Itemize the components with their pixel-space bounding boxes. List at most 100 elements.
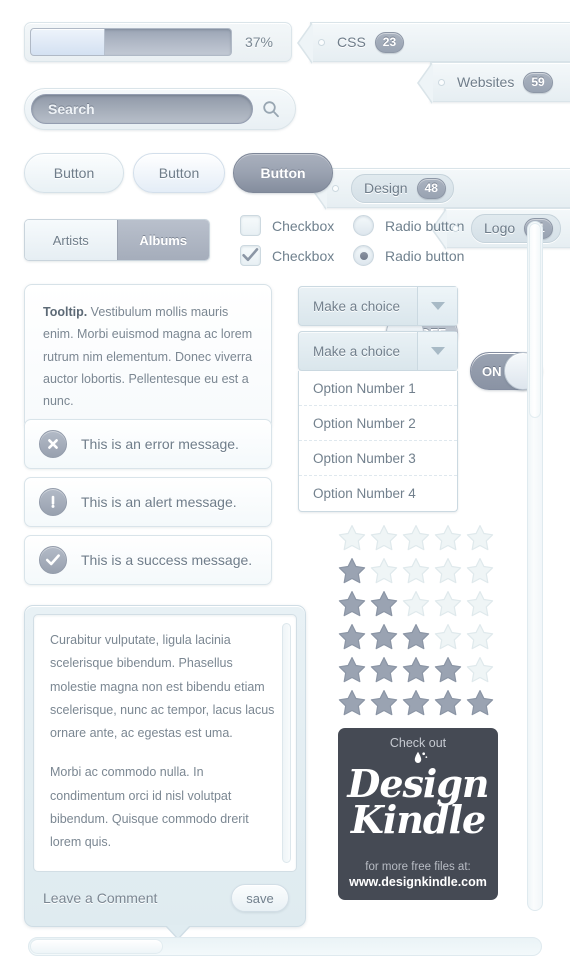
- star-rating-row[interactable]: [338, 689, 494, 716]
- star-icon[interactable]: [402, 524, 430, 551]
- button-blue[interactable]: Button: [133, 153, 225, 193]
- comment-textarea[interactable]: Curabitur vulputate, ligula lacinia scel…: [33, 614, 297, 872]
- star-rating-row[interactable]: [338, 524, 494, 551]
- star-icon[interactable]: [370, 590, 398, 617]
- message-text: This is an alert message.: [81, 494, 237, 510]
- message-error: This is an error message.: [24, 419, 272, 469]
- checkbox-checked-row[interactable]: Checkbox: [240, 245, 334, 266]
- tag-websites[interactable]: Websites 59: [417, 62, 570, 104]
- dropdown-option[interactable]: Option Number 2: [299, 406, 457, 441]
- tag-hole-icon: [318, 39, 325, 46]
- radio-selected-icon[interactable]: [353, 245, 374, 266]
- segmented-control[interactable]: Artists Albums: [24, 219, 210, 261]
- star-icon[interactable]: [434, 590, 462, 617]
- promo-logo-line2: Kindle: [350, 797, 486, 843]
- star-icon[interactable]: [370, 524, 398, 551]
- comment-footer: Leave a Comment save: [33, 872, 297, 918]
- promo-banner[interactable]: Check out Design Kindle for more free fi…: [338, 728, 498, 900]
- star-icon[interactable]: [370, 623, 398, 650]
- dropdown-open[interactable]: Make a choice Option Number 1 Option Num…: [298, 331, 458, 512]
- star-icon[interactable]: [402, 590, 430, 617]
- tag-hole-icon: [452, 225, 459, 232]
- comment-paragraph: Pellentesque eu est a nulla placerat dig…: [50, 870, 282, 871]
- star-icon[interactable]: [434, 656, 462, 683]
- x-circle-icon: [39, 430, 67, 458]
- star-icon[interactable]: [402, 689, 430, 716]
- comment-paragraph: Curabitur vulputate, ligula lacinia scel…: [50, 633, 275, 740]
- star-icon[interactable]: [338, 689, 366, 716]
- dropdown-option[interactable]: Option Number 3: [299, 441, 457, 476]
- star-icon[interactable]: [434, 689, 462, 716]
- search-input[interactable]: Search: [31, 94, 253, 124]
- star-icon[interactable]: [434, 557, 462, 584]
- star-icon[interactable]: [370, 656, 398, 683]
- message-alert: This is an alert message.: [24, 477, 272, 527]
- star-icon[interactable]: [338, 557, 366, 584]
- checkbox-checked-icon[interactable]: [240, 245, 261, 266]
- star-icon[interactable]: [338, 590, 366, 617]
- horizontal-scrollbar-thumb[interactable]: [30, 939, 163, 954]
- star-icon[interactable]: [338, 524, 366, 551]
- checkbox-unchecked-icon[interactable]: [240, 215, 261, 236]
- star-icon[interactable]: [466, 623, 494, 650]
- dropdown-selected-label: Make a choice: [313, 343, 401, 359]
- star-icon[interactable]: [466, 656, 494, 683]
- star-icon[interactable]: [466, 590, 494, 617]
- star-icon[interactable]: [466, 689, 494, 716]
- save-button[interactable]: save: [231, 884, 289, 912]
- star-icon[interactable]: [434, 524, 462, 551]
- checkbox-unchecked-row[interactable]: Checkbox: [240, 215, 334, 236]
- star-icon[interactable]: [434, 623, 462, 650]
- star-icon[interactable]: [338, 623, 366, 650]
- segment-artists[interactable]: Artists: [25, 220, 117, 260]
- tag-css[interactable]: CSS 23: [297, 22, 570, 64]
- comment-box: Curabitur vulputate, ligula lacinia scel…: [24, 605, 306, 940]
- star-icon[interactable]: [402, 656, 430, 683]
- radio-unselected-icon[interactable]: [353, 215, 374, 236]
- search-button[interactable]: [253, 94, 289, 124]
- star-icon[interactable]: [466, 557, 494, 584]
- star-rating-group[interactable]: [338, 524, 494, 722]
- search-bar[interactable]: Search: [24, 88, 296, 130]
- horizontal-scrollbar[interactable]: [28, 937, 542, 956]
- star-icon[interactable]: [370, 557, 398, 584]
- star-rating-row[interactable]: [338, 623, 494, 650]
- tooltip: Tooltip. Vestibulum mollis mauris enim. …: [24, 284, 272, 442]
- dropdown-open-header[interactable]: Make a choice: [298, 331, 458, 371]
- dropdown-selected-label: Make a choice: [313, 298, 401, 314]
- radio-unselected-row[interactable]: Radio button: [353, 215, 464, 236]
- comment-scrollbar[interactable]: [282, 623, 291, 863]
- check-circle-icon: [39, 546, 67, 574]
- star-icon[interactable]: [466, 524, 494, 551]
- search-input-value: Search: [48, 101, 95, 117]
- star-rating-row[interactable]: [338, 557, 494, 584]
- star-icon[interactable]: [402, 557, 430, 584]
- segment-albums[interactable]: Albums: [116, 220, 209, 260]
- radio-dot: [359, 251, 368, 260]
- star-icon[interactable]: [402, 623, 430, 650]
- star-rating-row[interactable]: [338, 590, 494, 617]
- dropdown-option[interactable]: Option Number 1: [299, 371, 457, 406]
- tag-label: CSS: [337, 34, 366, 50]
- vertical-scrollbar[interactable]: [527, 221, 543, 911]
- tag-label: Design: [364, 180, 408, 196]
- dropdown-option[interactable]: Option Number 4: [299, 476, 457, 511]
- chevron-down-icon[interactable]: [417, 332, 457, 370]
- button-dark[interactable]: Button: [233, 153, 333, 193]
- button-light[interactable]: Button: [24, 153, 124, 193]
- search-icon: [263, 101, 279, 118]
- checkbox-label: Checkbox: [272, 217, 335, 234]
- star-rating-row[interactable]: [338, 656, 494, 683]
- dropdown-option-list: Option Number 1 Option Number 2 Option N…: [298, 371, 458, 512]
- radio-selected-row[interactable]: Radio button: [353, 245, 464, 266]
- tag-design[interactable]: Design 48: [311, 168, 570, 210]
- star-icon[interactable]: [370, 689, 398, 716]
- chevron-down-icon[interactable]: [417, 287, 457, 325]
- promo-footer: for more free files at: www.designkindle…: [349, 861, 487, 900]
- tooltip-body: Vestibulum mollis mauris enim. Morbi eui…: [43, 305, 253, 408]
- tag-hole-icon: [438, 79, 445, 86]
- progress-bar: 37%: [24, 22, 292, 62]
- vertical-scrollbar-thumb[interactable]: [529, 223, 541, 418]
- dropdown-closed[interactable]: Make a choice: [298, 286, 458, 326]
- star-icon[interactable]: [338, 656, 366, 683]
